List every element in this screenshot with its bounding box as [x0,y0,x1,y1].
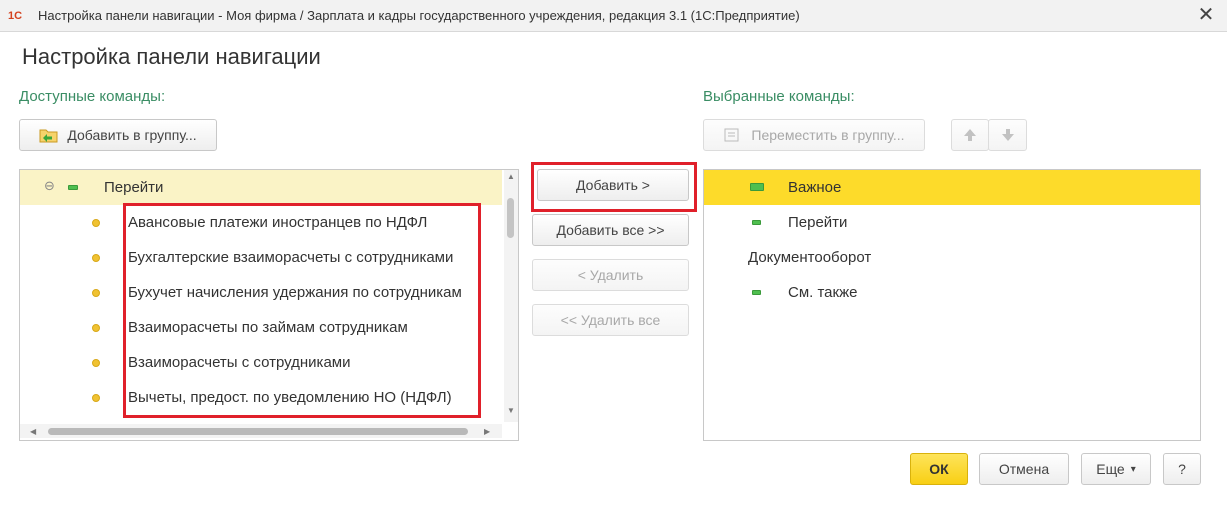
selected-commands-label: Выбранные команды: [703,88,855,105]
remove-all-button[interactable]: << Удалить все [532,304,689,336]
scroll-left-icon[interactable]: ◀ [30,427,36,436]
more-button-label: Еще [1096,461,1125,477]
add-to-group-button[interactable]: Добавить в группу... [19,119,217,151]
scroll-right-icon[interactable]: ▶ [484,427,490,436]
move-to-group-button[interactable]: Переместить в группу... [703,119,925,151]
yellow-dot-icon [92,289,100,297]
page-title: Настройка панели навигации [22,44,321,69]
list-item[interactable]: См. также [704,275,1200,310]
close-icon[interactable]: ✕ [1195,4,1217,26]
remove-button[interactable]: < Удалить [532,259,689,291]
more-button[interactable]: Еще ▾ [1081,453,1151,485]
list-item-label: Документооборот [748,249,872,266]
scrollbar-thumb[interactable] [507,198,514,238]
list-item-label: Взаиморасчеты по займам сотрудникам [128,319,408,336]
list-item[interactable]: Взаиморасчеты по займам сотрудникам [20,310,502,345]
green-bar-icon [752,220,761,225]
tree-group-row[interactable]: ⊖ Перейти [20,170,502,205]
move-to-group-label: Переместить в группу... [751,127,905,143]
list-item[interactable]: Вычеты, предост. по уведомлению НО (НДФЛ… [20,380,502,415]
list-item[interactable]: Бухучет начисления удержания по сотрудни… [20,275,502,310]
horizontal-scrollbar[interactable]: ◀ ▶ [20,424,502,438]
arrow-up-icon [964,129,976,141]
list-item[interactable]: Авансовые платежи иностранцев по НДФЛ [20,205,502,240]
scroll-up-icon[interactable]: ▲ [507,172,515,181]
list-item[interactable]: Документооборот [704,240,1200,275]
tree-group-label: Перейти [104,179,164,196]
add-to-group-label: Добавить в группу... [67,127,197,143]
selected-commands-list[interactable]: Важное Перейти Документооборот См. также [703,169,1201,441]
list-item-label: Важное [788,179,842,196]
list-item-label: Авансовые платежи иностранцев по НДФЛ [128,214,428,231]
cancel-button[interactable]: Отмена [979,453,1069,485]
list-item-selected[interactable]: Важное [704,170,1200,205]
folder-add-icon [39,126,59,144]
available-commands-label: Доступные команды: [19,88,166,105]
list-item-label: Перейти [788,214,848,231]
yellow-dot-icon [92,359,100,367]
add-all-button[interactable]: Добавить все >> [532,214,689,246]
window-title: Настройка панели навигации - Моя фирма /… [38,8,800,23]
list-item[interactable]: Взаиморасчеты с сотрудниками [20,345,502,380]
green-bar-icon [68,185,78,190]
list-item-label: Вычеты, предост. по уведомлению НО (НДФЛ… [128,389,452,406]
move-to-group-icon [723,126,743,144]
green-bar-icon [752,290,761,295]
arrow-down-icon [1001,129,1014,141]
yellow-dot-icon [92,219,100,227]
yellow-dot-icon [92,254,100,262]
list-item-label: Взаиморасчеты с сотрудниками [128,354,351,371]
chevron-down-icon: ▾ [1130,463,1136,475]
help-button[interactable]: ? [1163,453,1201,485]
collapse-icon[interactable]: ⊖ [44,178,55,194]
list-item-label: См. также [788,284,858,301]
available-commands-tree[interactable]: ⊖ Перейти Авансовые платежи иностранцев … [19,169,519,441]
move-down-button[interactable] [988,119,1027,151]
add-button[interactable]: Добавить > [537,169,689,201]
green-bar-icon [750,183,764,191]
list-item-label: Бухучет начисления удержания по сотрудни… [128,284,462,301]
move-up-button[interactable] [951,119,989,151]
scrollbar-thumb[interactable] [48,428,468,435]
vertical-scrollbar[interactable]: ▲ ▼ [504,170,518,422]
list-item-label: Бухгалтерские взаиморасчеты с сотрудника… [128,249,454,266]
app-logo-icon: 1С [8,10,23,22]
scroll-down-icon[interactable]: ▼ [507,406,515,415]
list-item[interactable]: Перейти [704,205,1200,240]
list-item[interactable]: Бухгалтерские взаиморасчеты с сотрудника… [20,240,502,275]
window-titlebar: 1С Настройка панели навигации - Моя фирм… [0,0,1227,32]
yellow-dot-icon [92,324,100,332]
yellow-dot-icon [92,394,100,402]
ok-button[interactable]: ОК [910,453,968,485]
